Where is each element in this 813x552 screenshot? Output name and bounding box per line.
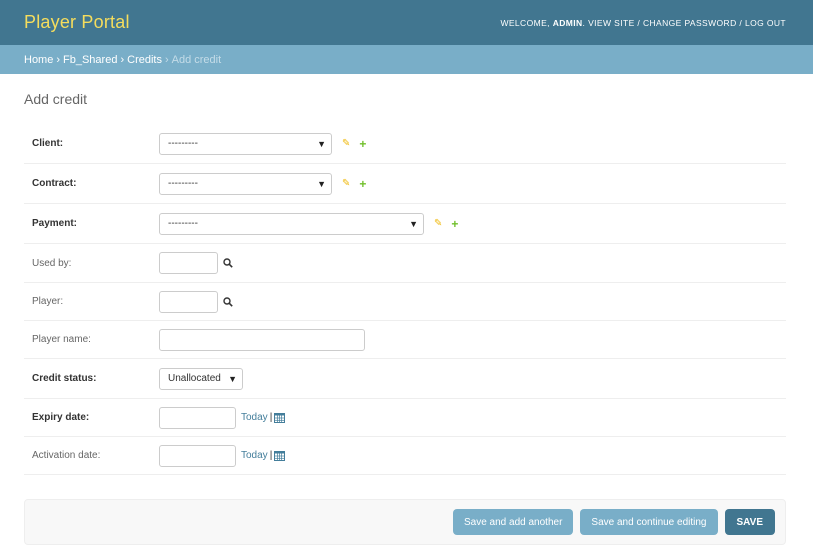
search-icon[interactable] — [223, 258, 233, 268]
chevron-down-icon: ▼ — [409, 218, 418, 229]
save-button[interactable]: SAVE — [724, 509, 775, 535]
form-row-activation-date: Activation date: Today | — [24, 437, 786, 475]
contract-label: Contract: — [32, 178, 77, 189]
username: ADMIN — [552, 17, 583, 28]
client-select-value: --------- — [168, 138, 198, 149]
welcome-text: WELCOME, — [500, 17, 550, 28]
payment-select[interactable]: --------- ▼ — [159, 212, 424, 235]
activation-date-label: Activation date: — [32, 450, 101, 461]
shortcut-separator: | — [269, 450, 273, 461]
calendar-icon[interactable] — [274, 412, 286, 423]
activation-date-input[interactable] — [159, 444, 236, 467]
player-label: Player: — [32, 296, 64, 307]
page-title: Add credit — [24, 91, 88, 107]
breadcrumb-home[interactable]: Home — [24, 54, 53, 66]
add-plus-icon[interactable]: + — [359, 178, 366, 190]
payment-label: Payment: — [32, 218, 78, 229]
form-row-expiry-date: Expiry date: Today | — [24, 399, 786, 437]
save-and-continue-button[interactable]: Save and continue editing — [580, 509, 718, 535]
client-select[interactable]: --------- ▼ — [159, 132, 332, 155]
edit-pencil-icon[interactable]: ✎ — [434, 218, 442, 229]
form-row-contract: Contract: --------- ▼ ✎ + — [24, 164, 786, 204]
separator: / — [739, 17, 743, 28]
used-by-label: Used by: — [32, 257, 72, 269]
credit-status-select[interactable]: Unallocated ▼ — [159, 367, 243, 390]
breadcrumb-separator: › — [120, 53, 125, 66]
change-password-link[interactable]: CHANGE PASSWORD — [643, 18, 737, 28]
client-label: Client: — [32, 138, 64, 149]
header: Player Portal WELCOME, ADMIN. VIEW SITE … — [0, 0, 813, 45]
log-out-link[interactable]: LOG OUT — [745, 18, 786, 28]
expiry-date-label: Expiry date: — [32, 412, 90, 423]
user-tools: WELCOME, ADMIN. VIEW SITE / CHANGE PASSW… — [500, 17, 786, 28]
today-link[interactable]: Today — [241, 412, 268, 423]
used-by-input[interactable] — [159, 252, 218, 274]
breadcrumb-separator: › — [56, 53, 61, 66]
main-content: Add credit Client: --------- ▼ ✎ + Contr… — [0, 74, 813, 545]
form-row-credit-status: Credit status: Unallocated ▼ — [24, 359, 786, 399]
credit-status-label: Credit status: — [32, 373, 97, 384]
chevron-down-icon: ▼ — [317, 178, 326, 189]
contract-select[interactable]: --------- ▼ — [159, 172, 332, 195]
breadcrumb-current: Add credit — [171, 53, 222, 66]
form-row-payment: Payment: --------- ▼ ✎ + — [24, 204, 786, 244]
player-name-label: Player name: — [32, 334, 91, 345]
calendar-icon[interactable] — [274, 450, 286, 461]
save-and-add-another-button[interactable]: Save and add another — [452, 509, 574, 535]
player-input[interactable] — [159, 290, 218, 313]
payment-select-value: --------- — [168, 218, 198, 229]
shortcut-separator: | — [269, 412, 273, 423]
add-plus-icon[interactable]: + — [359, 138, 366, 150]
expiry-date-input[interactable] — [159, 406, 236, 429]
chevron-down-icon: ▼ — [317, 138, 326, 149]
add-plus-icon[interactable]: + — [451, 218, 458, 230]
search-icon[interactable] — [223, 296, 233, 307]
edit-pencil-icon[interactable]: ✎ — [342, 138, 350, 149]
form-row-used-by: Used by: — [24, 244, 786, 283]
breadcrumb-model[interactable]: Credits — [127, 54, 162, 66]
breadcrumb-separator: › — [164, 53, 169, 66]
form-row-player: Player: — [24, 283, 786, 321]
breadcrumb: Home › Fb_Shared › Credits › Add credit — [0, 45, 813, 74]
breadcrumb-app[interactable]: Fb_Shared — [63, 54, 117, 66]
form-row-client: Client: --------- ▼ ✎ + — [24, 124, 786, 164]
separator: / — [637, 17, 641, 28]
today-link[interactable]: Today — [241, 450, 268, 461]
form-row-player-name: Player name: — [24, 321, 786, 359]
contract-select-value: --------- — [168, 178, 198, 189]
submit-row: Save and add another Save and continue e… — [24, 499, 786, 545]
chevron-down-icon: ▼ — [228, 373, 237, 384]
player-name-input[interactable] — [159, 328, 365, 351]
date-shortcuts: Today | — [241, 412, 286, 423]
edit-pencil-icon[interactable]: ✎ — [342, 178, 350, 189]
site-branding[interactable]: Player Portal — [24, 12, 130, 33]
date-shortcuts: Today | — [241, 450, 286, 461]
credit-status-value: Unallocated — [168, 373, 221, 384]
view-site-link[interactable]: VIEW SITE — [588, 18, 635, 28]
